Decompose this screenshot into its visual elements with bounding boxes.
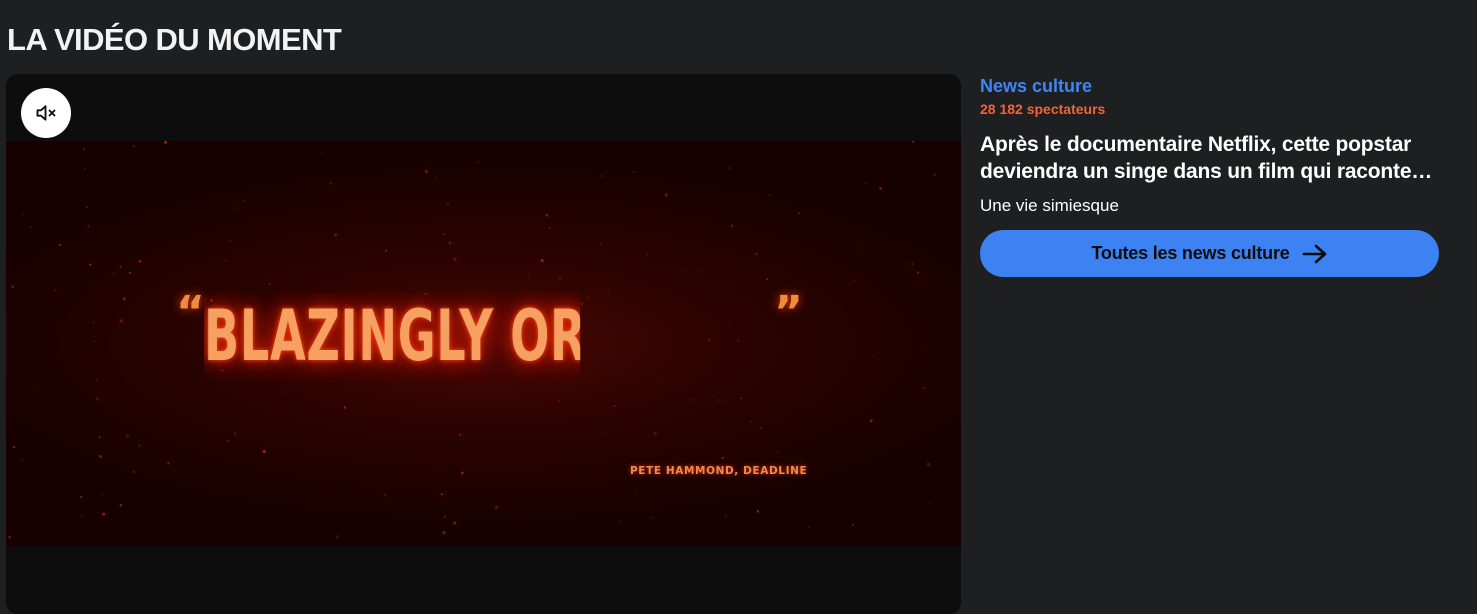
video-frame[interactable]: “ BLAZINGLY ORIGINAL ” PETE HAMMOND, DEA… <box>6 141 961 546</box>
viewer-count: 28 182 spectateurs <box>980 101 1106 117</box>
video-headline[interactable]: Après le documentaire Netflix, cette pop… <box>980 131 1440 185</box>
quote-open-mark: “ <box>176 287 205 338</box>
quote-close-mark: ” <box>774 287 803 338</box>
video-player[interactable]: “ BLAZINGLY ORIGINAL ” PETE HAMMOND, DEA… <box>6 74 961 614</box>
section-title: LA VIDÉO DU MOMENT <box>7 22 342 57</box>
mute-button[interactable] <box>21 88 71 138</box>
video-still-text: “ BLAZINGLY ORIGINAL ” PETE HAMMOND, DEA… <box>6 141 961 546</box>
video-quote-credit: PETE HAMMOND, DEADLINE <box>630 465 808 477</box>
category-link[interactable]: News culture <box>980 76 1092 97</box>
all-culture-news-label: Toutes les news culture <box>1091 243 1290 263</box>
video-quote-text: BLAZINGLY ORIGINAL <box>204 295 581 377</box>
video-subtitle: Une vie simiesque <box>980 196 1119 215</box>
all-culture-news-button[interactable]: Toutes les news culture <box>980 230 1439 277</box>
volume-muted-icon <box>36 105 56 121</box>
arrow-right-icon <box>1302 243 1328 265</box>
